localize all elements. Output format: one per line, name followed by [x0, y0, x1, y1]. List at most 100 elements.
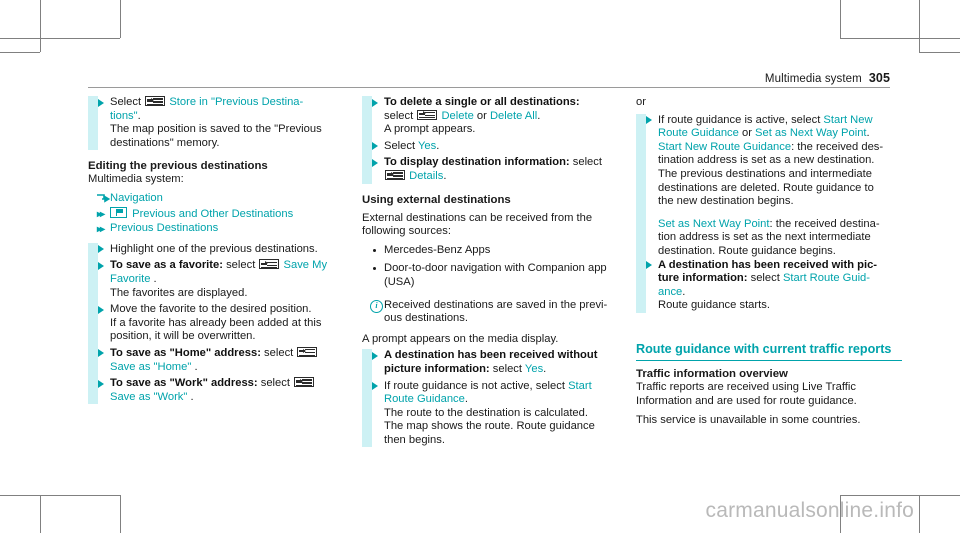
- step-display-info-select: select: [572, 156, 602, 169]
- step-rg-active-desc-8: destination. Route guidance begins.: [658, 244, 836, 257]
- link-start-route-guidance-b[interactable]: Route Guidance: [384, 393, 465, 405]
- menu-button-icon-6: [385, 169, 405, 180]
- menu-button-icon-2: [259, 259, 280, 270]
- step-group-route-guidance-active: If route guidance is active, select Star…: [636, 113, 902, 313]
- step-triangle-icon-3: [98, 261, 104, 270]
- conjunction-or-2: or: [741, 127, 752, 140]
- crop-mark-bottom-right-v: [919, 495, 920, 533]
- turn-arrow-icon: [97, 194, 110, 203]
- step-select-yes-label: Select: [384, 139, 416, 152]
- step-start-rg-pre: If route guidance is not active, select: [384, 379, 565, 392]
- flow-navigation-label: Navigation: [110, 191, 163, 204]
- step-rg-active-desc-5: the new destination begins.: [658, 195, 794, 208]
- crop-mark-bottom-left-h: [0, 495, 120, 496]
- step-rg-active-desc-6: Set as Next Way Point: the received dest…: [658, 218, 902, 232]
- step-save-favorite-bold: To save as a favorite:: [110, 259, 223, 272]
- step-triangle-icon-8: [372, 142, 378, 151]
- step-rg-active-desc-3: The previous destinations and intermedia…: [658, 167, 872, 180]
- step-rg-active-desc-1: Start New Route Guidance: the received d…: [658, 141, 902, 155]
- period-11: .: [682, 285, 686, 298]
- step-received-without-picture: A destination has been received without …: [362, 349, 628, 376]
- link-store-in-previous-destinations-cont[interactable]: tions": [110, 110, 138, 122]
- step-triangle-icon: [98, 98, 104, 107]
- step-triangle-icon-13: [646, 261, 652, 270]
- bullet-mercedes-benz-apps: Mercedes-Benz Apps: [362, 244, 628, 258]
- crop-mark-bottom-left-v: [40, 495, 41, 533]
- crop-mark-top-right-v2: [840, 0, 841, 38]
- crop-mark-top-left-h: [0, 38, 120, 39]
- period-5: .: [537, 109, 541, 122]
- link-start-new-route-guidance-a[interactable]: Start New: [823, 114, 872, 126]
- column-2: To delete a single or all destinations: …: [362, 96, 628, 448]
- column-1: Select Store in "Previous Destina- tions…: [88, 96, 354, 405]
- flag-icon: [110, 206, 127, 218]
- link-details[interactable]: Details: [409, 170, 443, 182]
- step-highlight-destination: Highlight one of the previous destinatio…: [88, 243, 354, 257]
- link-start-route-guidance-c[interactable]: Start Route Guid-: [783, 272, 870, 284]
- step-received-with-picture-bold-2: ture information:: [658, 272, 748, 285]
- link-start-route-guidance-a[interactable]: Start: [568, 380, 592, 392]
- link-delete[interactable]: Delete: [441, 110, 473, 122]
- label-multimedia-system: Multimedia system:: [88, 173, 184, 186]
- crop-mark-top-right-v: [919, 0, 920, 38]
- bullet-dot-icon-2: [373, 267, 376, 271]
- step-delete-destinations: To delete a single or all destinations: …: [362, 96, 628, 137]
- link-yes[interactable]: Yes: [418, 140, 436, 152]
- step-select-store: Select Store in "Previous Destina- tions…: [88, 96, 354, 150]
- flow-previous-destinations[interactable]: ▸▸ Previous Destinations: [88, 222, 354, 236]
- step-move-favorite: Move the favorite to the desired positio…: [88, 303, 354, 344]
- step-received-without-picture-select: select: [492, 362, 523, 375]
- watermark: carmanualsonline.info: [705, 499, 914, 522]
- link-save-as-home[interactable]: Save as "Home": [110, 361, 191, 373]
- step-select-yes: Select Yes.: [362, 140, 628, 154]
- menu-button-icon: [145, 96, 166, 106]
- column-3: or If route guidance is active, select S…: [636, 96, 902, 428]
- bullet-door-to-door: Door-to-door navigation with Companion a…: [362, 262, 628, 289]
- step-triangle-icon-2: [98, 245, 104, 254]
- link-set-as-next-way-point-ref[interactable]: Set as Next Way Point: [658, 218, 770, 230]
- heading-editing-previous-destinations: Editing the previous destinations: [88, 160, 268, 173]
- crop-mark-bottom-right-h: [840, 495, 960, 496]
- step-delete-detail: A prompt appears.: [384, 123, 476, 136]
- info-icon: i: [370, 299, 383, 313]
- link-save-my-favorite-cont[interactable]: Favorite: [110, 273, 150, 285]
- link-delete-all[interactable]: Delete All: [490, 110, 537, 122]
- menu-button-icon-3: [297, 346, 318, 357]
- step-received-with-picture: A destination has been received with pic…: [636, 259, 902, 313]
- link-save-as-work[interactable]: Save as "Work": [110, 391, 187, 403]
- step-rg-active-pre: If route guidance is active, select: [658, 113, 821, 126]
- flow-navigation[interactable]: Navigation: [88, 192, 354, 206]
- link-start-new-route-guidance-b[interactable]: Route Guidance: [658, 127, 739, 139]
- step-detail-line-1: The map position is saved to the "Previo…: [110, 123, 322, 136]
- link-store-in-previous-destinations[interactable]: Store in "Previous Destina-: [169, 96, 303, 108]
- header-rule: [88, 87, 890, 88]
- crop-mark-top-left-h2: [0, 52, 40, 53]
- link-save-my-favorite[interactable]: Save My: [284, 259, 328, 271]
- step-move-favorite-line2: If a favorite has already been added at …: [110, 316, 322, 329]
- step-save-home: To save as "Home" address: select Save a…: [88, 346, 354, 374]
- link-start-new-route-guidance-ref[interactable]: Start New Route Guidance: [658, 141, 791, 153]
- desc-rest-1: : the received des-: [791, 140, 884, 153]
- flow-previous-and-other-destinations[interactable]: ▸▸ Previous and Other Destinations: [88, 206, 354, 222]
- step-start-route-guidance: If route guidance is not active, select …: [362, 380, 628, 448]
- step-triangle-icon-5: [98, 349, 104, 358]
- bullet-door-to-door-line2: (USA): [384, 275, 415, 288]
- heading-using-external-destinations: Using external destinations: [362, 193, 511, 206]
- bullet-door-to-door-line1: Door-to-door navigation with Companion a…: [384, 262, 607, 275]
- link-set-as-next-way-point[interactable]: Set as Next Way Point: [755, 127, 867, 139]
- step-group-favorites: Highlight one of the previous destinatio…: [88, 242, 354, 405]
- step-start-rg-detail-2: The map shows the route. Route guidance: [384, 420, 595, 433]
- or-label: or: [636, 96, 646, 108]
- link-start-route-guidance-d[interactable]: ance: [658, 286, 682, 298]
- link-yes-2[interactable]: Yes: [525, 363, 543, 375]
- step-delete-bold: To delete a single or all destinations:: [384, 96, 580, 108]
- flow-previous-destinations-label: Previous Destinations: [110, 222, 219, 235]
- crop-mark-bottom-left-v2: [120, 495, 121, 533]
- menu-button-icon-4: [294, 377, 315, 388]
- period-10: .: [866, 127, 870, 140]
- step-received-with-picture-bold-1: A destination has been received with pic…: [658, 258, 878, 271]
- step-triangle-icon-7: [372, 98, 378, 107]
- step-triangle-icon-4: [98, 305, 104, 314]
- prompt-appears-line: A prompt appears on the media display.: [362, 332, 559, 345]
- info-note-line-2: ous destinations.: [384, 312, 468, 325]
